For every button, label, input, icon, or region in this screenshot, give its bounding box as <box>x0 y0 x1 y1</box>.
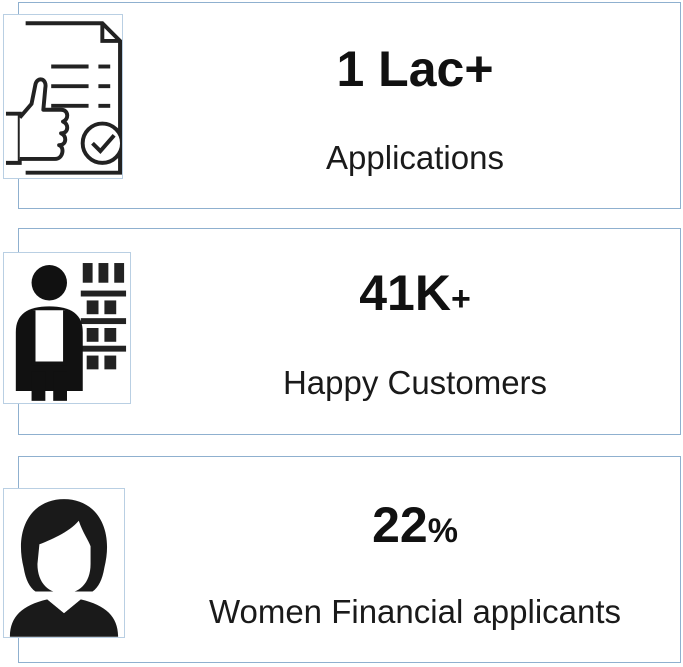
stat-value: 41K+ <box>210 268 620 324</box>
stat-value: 1 Lac+ <box>210 44 620 100</box>
stat-icon-box-women-applicants <box>3 488 125 638</box>
stat-icon-box-applications <box>3 14 123 179</box>
stat-icon-box-customers <box>3 252 131 404</box>
woman-avatar-icon <box>9 499 119 637</box>
stat-value: 22% <box>168 500 662 556</box>
stat-value-suffix: % <box>427 512 458 550</box>
stat-text-women-applicants: 22% Women Financial applicants <box>168 500 662 630</box>
shopkeeper-customer-icon <box>15 263 127 401</box>
stat-label: Applications <box>326 139 504 176</box>
stat-label: Women Financial applicants <box>208 593 622 630</box>
stat-value-number: 41K <box>359 265 451 321</box>
approved-document-thumbs-up-icon <box>5 21 122 175</box>
stat-text-applications: 1 Lac+ Applications <box>210 44 620 176</box>
stat-value-suffix: + <box>450 280 471 318</box>
stat-value-number: 1 Lac+ <box>336 41 494 97</box>
stat-text-customers: 41K+ Happy Customers <box>210 268 620 401</box>
stat-label: Happy Customers <box>282 364 548 401</box>
stat-value-number: 22 <box>372 497 428 553</box>
